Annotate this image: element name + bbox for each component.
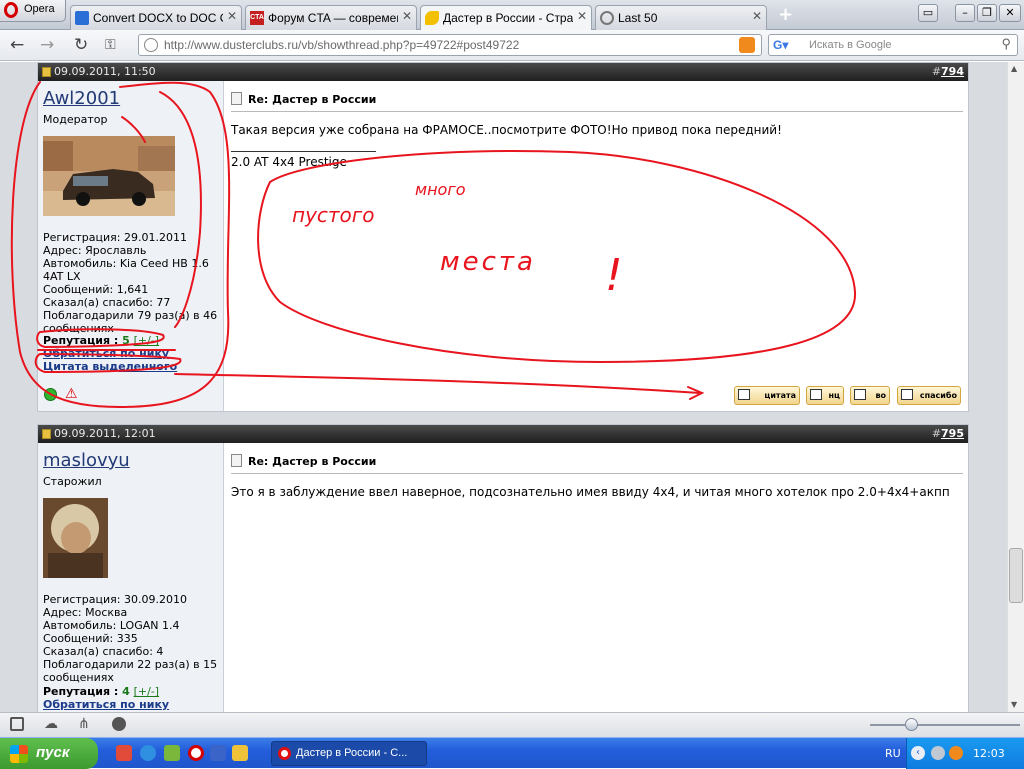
back-arrow-icon[interactable]: ← <box>10 36 24 54</box>
key-icon[interactable]: ⚿ <box>105 36 116 54</box>
page-content: 09.09.2011, 11:50 #794 Awl2001 Модератор <box>0 62 1007 712</box>
annotation-mark: ! <box>605 250 623 301</box>
close-icon[interactable]: ✕ <box>227 9 237 23</box>
network-icon[interactable] <box>931 746 945 760</box>
cloud-icon[interactable]: ☁ <box>44 716 58 732</box>
duster-logo-icon <box>425 11 439 25</box>
opera-menu-button[interactable]: Opera <box>0 0 66 22</box>
panel-toggle-icon[interactable] <box>10 717 24 731</box>
close-icon[interactable]: ✕ <box>752 9 762 23</box>
tray-expand-icon[interactable]: ‹ <box>911 746 925 760</box>
tab-bar: Opera Convert DOCX to DOC O... ✕ CTA Фор… <box>0 0 1024 30</box>
windows-taskbar: пуск Дастер в России - С... RU ‹ 12:03 <box>0 737 1024 769</box>
address-toolbar: ← → ↻ ⚿ http://www.dusterclubs.ru/vb/sho… <box>0 30 1024 61</box>
close-icon[interactable]: ✕ <box>577 9 587 23</box>
opera-icon[interactable] <box>188 745 204 761</box>
tab-convert-docx[interactable]: Convert DOCX to DOC O... ✕ <box>70 5 242 30</box>
tab-title: Форум CTA — современ... <box>268 11 398 25</box>
url-text: http://www.dusterclubs.ru/vb/showthread.… <box>164 38 520 52</box>
icq-icon[interactable] <box>164 745 180 761</box>
tab-title: Last 50 <box>618 11 658 25</box>
annotation-text-1: много <box>415 180 466 199</box>
highlight-curve <box>159 91 202 328</box>
highlight-tick <box>121 116 146 143</box>
skype-icon[interactable] <box>140 745 156 761</box>
windows-logo-icon <box>10 745 28 763</box>
highlight-sidebar-outline <box>10 81 231 409</box>
scroll-thumb[interactable] <box>1009 548 1023 603</box>
taskbar-task-opera[interactable]: Дастер в России - С... <box>271 741 427 766</box>
scroll-down-icon[interactable]: ▼ <box>1011 700 1017 709</box>
opera-menu-label: Opera <box>24 3 55 15</box>
quote-circle <box>34 352 182 374</box>
close-icon[interactable]: ✕ <box>402 9 412 23</box>
share-icon[interactable]: ⋔ <box>78 716 90 732</box>
annotation-text-3: места <box>440 247 536 277</box>
new-tab-button[interactable]: + <box>778 4 793 25</box>
close-window-button[interactable]: ✕ <box>999 4 1021 22</box>
folder-icon[interactable] <box>232 745 248 761</box>
search-placeholder: Искать в Google <box>809 39 892 51</box>
tab-title: Convert DOCX to DOC O... <box>93 11 223 25</box>
rss-icon[interactable] <box>739 37 755 53</box>
language-indicator[interactable]: RU <box>885 747 901 760</box>
scroll-up-icon[interactable]: ▲ <box>1011 64 1017 73</box>
opera-icon <box>278 747 291 760</box>
annotation-text-2: пустого <box>292 203 375 227</box>
minimize-button[interactable]: – <box>955 4 975 22</box>
browser-status-bar: ☁ ⋔ <box>0 712 1024 737</box>
google-icon[interactable]: G▾ <box>773 38 788 52</box>
annotation-overlay: много пустого места ! <box>10 81 857 409</box>
tab-last-50[interactable]: Last 50 ✕ <box>595 5 767 30</box>
chrome-icon[interactable] <box>116 745 132 761</box>
globe-icon <box>144 38 158 52</box>
system-tray: ‹ 12:03 <box>906 738 1024 769</box>
reputation-circle <box>36 328 165 349</box>
page-icon <box>75 11 89 25</box>
tray-app-icon[interactable] <box>949 746 963 760</box>
task-label: Дастер в России - С... <box>296 747 408 759</box>
tab-forum-cta[interactable]: CTA Форум CTA — современ... ✕ <box>245 5 417 30</box>
start-button[interactable]: пуск <box>0 738 98 769</box>
speed-dial-icon[interactable] <box>112 717 126 731</box>
vertical-scrollbar[interactable]: ▲ ▼ <box>1007 62 1024 712</box>
clock: 12:03 <box>973 747 1005 760</box>
search-icon[interactable]: ⚲ <box>1001 36 1011 52</box>
globe-icon <box>600 11 614 25</box>
zoom-slider-track[interactable] <box>870 724 1020 726</box>
arrow-line <box>174 373 701 394</box>
trash-icon[interactable]: ▭ <box>918 4 938 22</box>
address-input[interactable]: http://www.dusterclubs.ru/vb/showthread.… <box>138 34 762 56</box>
zoom-slider-handle[interactable] <box>905 718 918 731</box>
search-input[interactable]: G▾ Искать в Google ⚲ <box>768 34 1018 56</box>
app-icon[interactable] <box>210 745 226 761</box>
restore-button[interactable]: ❐ <box>977 4 997 22</box>
cta-icon: CTA <box>250 11 264 25</box>
forward-arrow-icon[interactable]: → <box>40 36 54 54</box>
tab-duster[interactable]: Дастер в России - Стра... ✕ <box>420 5 592 30</box>
empty-space-ellipse <box>257 150 857 364</box>
reload-icon[interactable]: ↻ <box>74 36 88 54</box>
start-label: пуск <box>36 744 70 761</box>
tab-title: Дастер в России - Стра... <box>443 11 573 25</box>
opera-logo-icon <box>4 2 18 18</box>
